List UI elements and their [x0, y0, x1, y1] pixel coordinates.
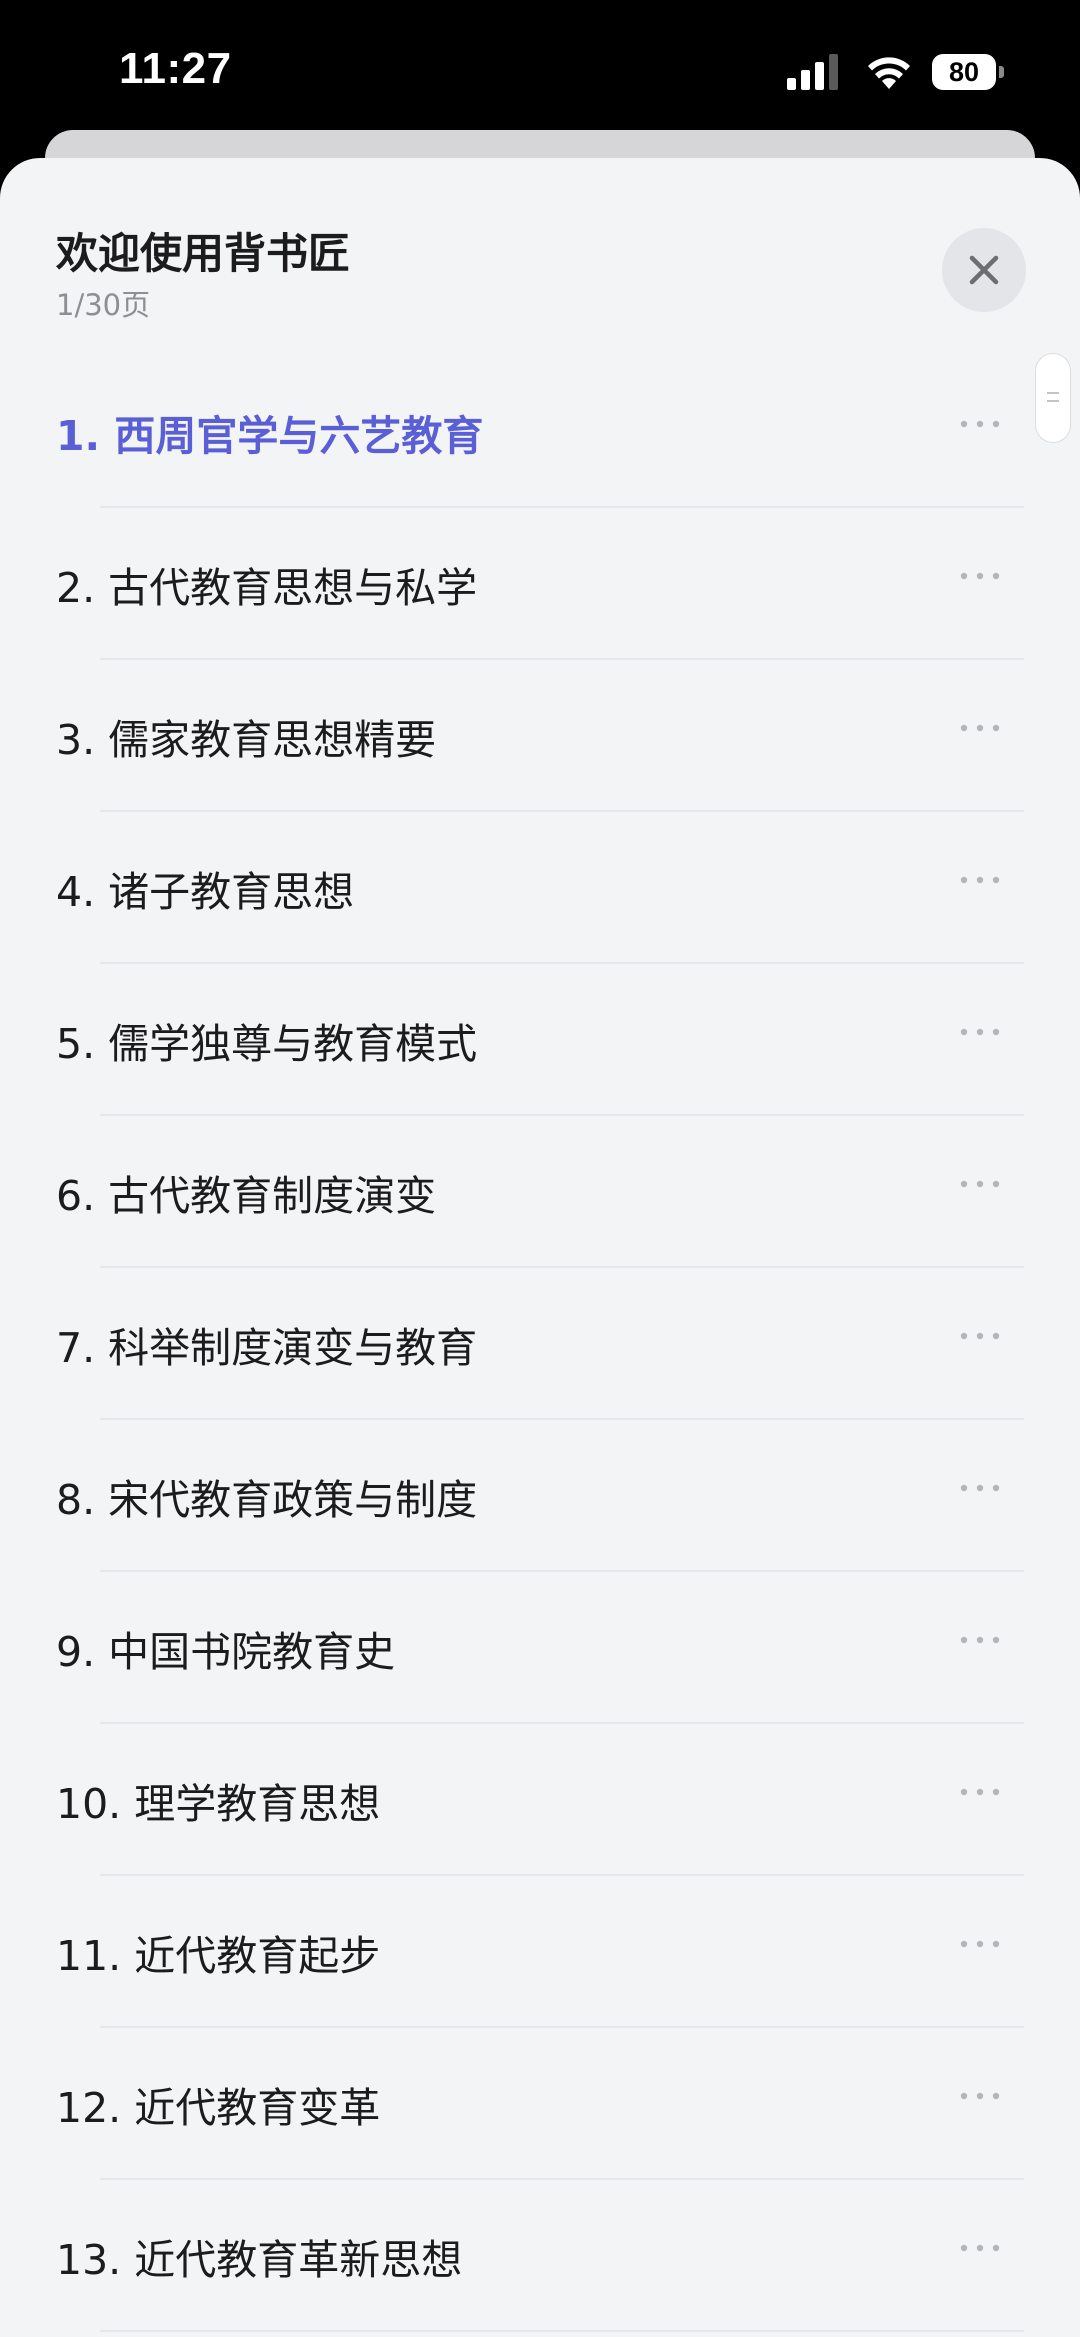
page-indicator: 1/30页: [56, 288, 151, 322]
chapter-item[interactable]: 12. 近代教育变革: [0, 2028, 1080, 2180]
chapter-item[interactable]: 5. 儒学独尊与教育模式: [0, 964, 1080, 1116]
chapter-item[interactable]: 3. 儒家教育思想精要: [0, 660, 1080, 812]
chapter-item[interactable]: 11. 近代教育起步: [0, 1876, 1080, 2028]
close-button[interactable]: [942, 228, 1026, 312]
more-icon[interactable]: [958, 1330, 1002, 1342]
more-icon[interactable]: [958, 1786, 1002, 1798]
divider: [100, 2330, 1024, 2332]
status-time: 11:27: [119, 44, 232, 93]
chapter-label: 11. 近代教育起步: [56, 1932, 381, 1980]
more-icon[interactable]: [958, 2242, 1002, 2254]
sheet-title: 欢迎使用背书匠: [56, 229, 351, 278]
battery-icon: 80: [932, 54, 1006, 90]
more-icon[interactable]: [958, 1938, 1002, 1950]
chapter-label: 10. 理学教育思想: [56, 1780, 381, 1828]
chapter-label: 1. 西周官学与六艺教育: [56, 412, 484, 460]
chapter-label: 2. 古代教育思想与私学: [56, 564, 478, 612]
chapter-label: 8. 宋代教育政策与制度: [56, 1476, 478, 1524]
status-bar: 11:27 80: [0, 0, 1080, 140]
chapter-item[interactable]: 2. 古代教育思想与私学: [0, 508, 1080, 660]
chapter-list: 1. 西周官学与六艺教育 2. 古代教育思想与私学 3. 儒家教育思想精要 4. 诸子…: [0, 356, 1080, 2332]
more-icon[interactable]: [958, 1026, 1002, 1038]
chapter-item[interactable]: 1. 西周官学与六艺教育: [0, 356, 1080, 508]
chapter-label: 13. 近代教育革新思想: [56, 2236, 463, 2284]
battery-level: 80: [948, 57, 980, 87]
more-icon[interactable]: [958, 1178, 1002, 1190]
more-icon[interactable]: [958, 418, 1002, 430]
chapter-sheet: 欢迎使用背书匠 1/30页 1. 西周官学与六艺教育 2. 古代教育思想与私学 3.…: [0, 158, 1080, 2337]
chapter-item[interactable]: 8. 宋代教育政策与制度: [0, 1420, 1080, 1572]
chapter-label: 12. 近代教育变革: [56, 2084, 381, 2132]
chapter-item[interactable]: 9. 中国书院教育史: [0, 1572, 1080, 1724]
battery-tip: [999, 66, 1004, 78]
chapter-label: 7. 科举制度演变与教育: [56, 1324, 478, 1372]
chapter-item[interactable]: 10. 理学教育思想: [0, 1724, 1080, 1876]
more-icon[interactable]: [958, 2090, 1002, 2102]
wifi-icon: [868, 57, 910, 89]
chapter-item[interactable]: 4. 诸子教育思想: [0, 812, 1080, 964]
chapter-label: 9. 中国书院教育史: [56, 1628, 396, 1676]
more-icon[interactable]: [958, 874, 1002, 886]
chapter-item[interactable]: 13. 近代教育革新思想: [0, 2180, 1080, 2332]
more-icon[interactable]: [958, 570, 1002, 582]
chapter-item[interactable]: 6. 古代教育制度演变: [0, 1116, 1080, 1268]
more-icon[interactable]: [958, 1634, 1002, 1646]
chapter-label: 5. 儒学独尊与教育模式: [56, 1020, 478, 1068]
close-icon: [969, 255, 999, 285]
more-icon[interactable]: [958, 1482, 1002, 1494]
chapter-item[interactable]: 7. 科举制度演变与教育: [0, 1268, 1080, 1420]
chapter-label: 3. 儒家教育思想精要: [56, 716, 437, 764]
chapter-label: 4. 诸子教育思想: [56, 868, 355, 916]
cellular-signal-icon: [787, 54, 838, 90]
more-icon[interactable]: [958, 722, 1002, 734]
chapter-label: 6. 古代教育制度演变: [56, 1172, 437, 1220]
